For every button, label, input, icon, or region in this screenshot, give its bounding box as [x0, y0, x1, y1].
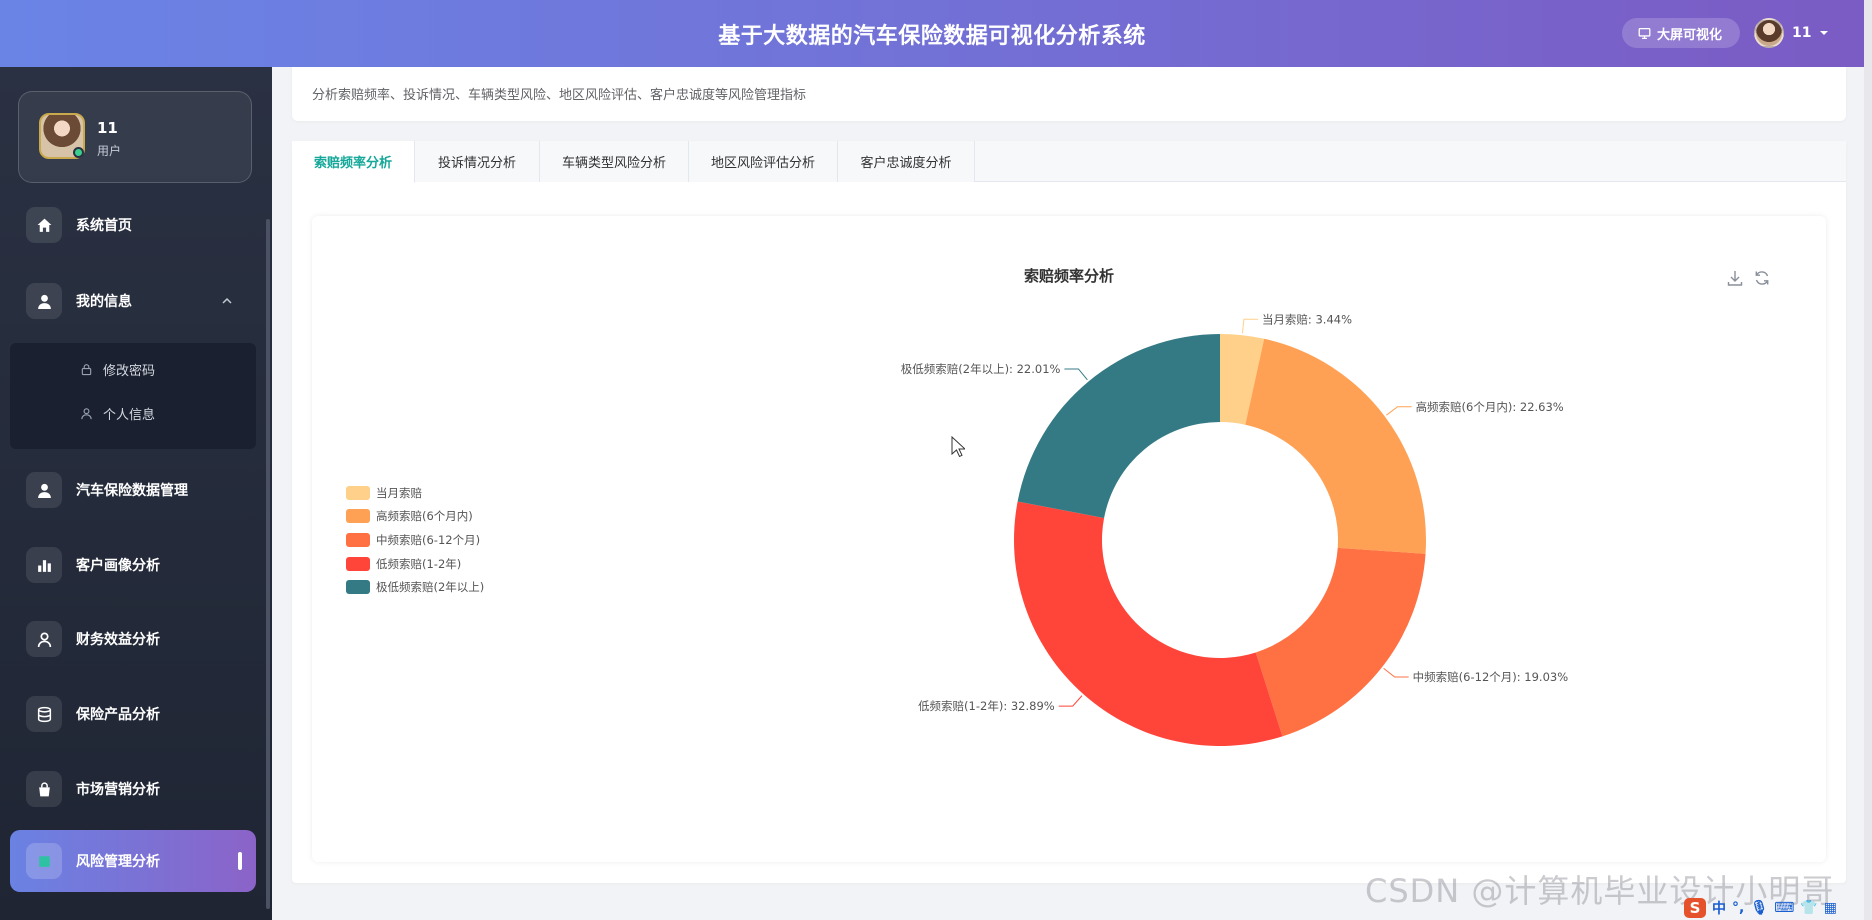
monitor-icon	[1638, 27, 1651, 39]
microphone-icon: 🎙	[1750, 900, 1769, 916]
sidebar-item-label: 风险管理分析	[76, 854, 160, 870]
label-leader-line	[1386, 406, 1412, 416]
sidebar-subitem-personal-info[interactable]: 个人信息	[80, 404, 155, 423]
top-header: 基于大数据的汽车保险数据可视化分析系统 大屏可视化 11	[0, 0, 1864, 67]
sogou-icon: S	[1684, 898, 1706, 918]
sidebar-item-risk[interactable]: 风险管理分析	[10, 830, 256, 892]
label-leader-line	[1241, 318, 1258, 334]
pie-slice[interactable]	[1245, 338, 1426, 554]
chart-legend: 当月索赔高频索赔(6个月内) 中频索赔(6-12个月) 低频索赔(1-2年) 极低频索…	[346, 481, 484, 599]
sidebar-item-finance[interactable]: 财务效益分析	[10, 608, 256, 670]
legend-swatch	[346, 532, 370, 547]
donut-chart: 当月索赔: 3.44% 高频索赔(6个月内): 22.63% 中频索赔(6-12个月…	[901, 312, 1569, 746]
tab-loyalty[interactable]: 客户忠诚度分析	[838, 141, 975, 182]
tab-complaints[interactable]: 投诉情况分析	[415, 141, 540, 182]
label-leader-line	[1383, 667, 1409, 678]
tab-region-risk[interactable]: 地区风险评估分析	[689, 141, 838, 182]
slice-label: 高频索赔(6个月内): 22.63%	[1416, 400, 1564, 414]
legend-label: 低频索赔(1-2年)	[376, 556, 462, 571]
person-outline-icon	[26, 621, 62, 657]
refresh-icon[interactable]	[1753, 269, 1771, 287]
slice-label: 低频索赔(1-2年): 32.89%	[918, 699, 1055, 713]
sidebar-item-label: 系统首页	[76, 218, 132, 234]
grid-icon: ▦	[1823, 900, 1837, 916]
user-card: 11 用户	[18, 91, 252, 183]
legend-swatch	[346, 485, 370, 500]
shirt-icon: 👕	[1800, 900, 1818, 916]
user-menu[interactable]: 11	[1754, 18, 1829, 48]
header-username: 11	[1792, 25, 1812, 41]
tab-bar: 索赔频率分析 投诉情况分析 车辆类型风险分析 地区风险评估分析 客户忠诚度分析	[292, 141, 1846, 183]
user-icon	[26, 283, 62, 319]
label-leader-line	[1058, 695, 1083, 707]
slice-label: 当月索赔: 3.44%	[1262, 312, 1352, 326]
sidebar-item-customer-profile[interactable]: 客户画像分析	[10, 534, 256, 596]
download-icon[interactable]	[1726, 269, 1744, 287]
home-icon	[26, 207, 62, 243]
legend-label: 中频索赔(6-12个月)	[376, 532, 481, 547]
app-title: 基于大数据的汽车保险数据可视化分析系统	[718, 24, 1146, 49]
sidebar-item-marketing[interactable]: 市场营销分析	[10, 758, 256, 820]
sidebar-item-my-info[interactable]: 我的信息	[10, 270, 256, 332]
submenu-my-info: 修改密码 个人信息	[10, 343, 256, 449]
online-status-dot	[73, 147, 84, 158]
chevron-up-icon	[222, 297, 232, 304]
tab-claim-frequency[interactable]: 索赔频率分析	[292, 141, 415, 183]
caret-down-icon	[1820, 31, 1829, 35]
sidebar-subitem-label: 个人信息	[103, 408, 156, 423]
user-name: 11	[97, 119, 118, 137]
ime-tray[interactable]: S 中 °, 🎙 ⌨ 👕 ▦	[1684, 898, 1837, 918]
legend-item[interactable]: 极低频索赔(2年以上)	[346, 575, 484, 599]
avatar	[1754, 18, 1784, 48]
keyboard-icon: ⌨	[1774, 900, 1795, 916]
bigscreen-button[interactable]: 大屏可视化	[1622, 18, 1741, 48]
sidebar-item-label: 保险产品分析	[76, 707, 160, 723]
sidebar-item-label: 汽车保险数据管理	[76, 483, 188, 499]
sidebar-subitem-label: 修改密码	[103, 364, 156, 379]
sidebar-scrollbar[interactable]	[266, 219, 270, 909]
legend-swatch	[346, 556, 370, 571]
sidebar-item-label: 我的信息	[76, 294, 132, 310]
sidebar-item-home[interactable]: 系统首页	[10, 194, 256, 256]
legend-label: 当月索赔	[376, 485, 422, 500]
person-outline-icon	[81, 408, 92, 420]
slice-label: 中频索赔(6-12个月): 19.03%	[1413, 670, 1569, 684]
page-description-card: 分析索赔频率、投诉情况、车辆类型风险、地区风险评估、客户忠诚度等风险管理指标	[292, 67, 1846, 121]
legend-swatch	[346, 580, 370, 595]
punctuation-icon: °,	[1732, 900, 1745, 916]
shopping-bag-icon	[26, 771, 62, 807]
legend-item[interactable]: 当月索赔	[346, 481, 484, 505]
sidebar-item-label: 客户画像分析	[76, 558, 160, 574]
page-description: 分析索赔频率、投诉情况、车辆类型风险、地区风险评估、客户忠诚度等风险管理指标	[312, 88, 807, 103]
chart-title: 索赔频率分析	[1023, 267, 1114, 285]
sidebar-item-products[interactable]: 保险产品分析	[10, 683, 256, 745]
sidebar-item-insurance-data[interactable]: 汽车保险数据管理	[10, 459, 256, 521]
legend-item[interactable]: 中频索赔(6-12个月)	[346, 528, 484, 552]
sidebar-subitem-change-password[interactable]: 修改密码	[80, 360, 155, 379]
square-icon	[26, 843, 62, 879]
sidebar-item-label: 财务效益分析	[76, 632, 160, 648]
slice-label: 极低频索赔(2年以上): 22.01%	[901, 362, 1061, 376]
sidebar-item-label: 市场营销分析	[76, 782, 160, 798]
tab-vehicle-risk[interactable]: 车辆类型风险分析	[540, 141, 689, 182]
mouse-cursor-icon	[951, 436, 965, 458]
sidebar: 11 用户 系统首页 我的信息 修改密码 个人信息 汽车保险数据管理 客户画像分…	[0, 67, 272, 920]
bigscreen-label: 大屏可视化	[1657, 27, 1723, 43]
pie-slice[interactable]	[1255, 547, 1426, 737]
legend-swatch	[346, 509, 370, 524]
chart-card: 当月索赔: 3.44% 高频索赔(6个月内): 22.63% 中频索赔(6-12个月…	[312, 216, 1826, 862]
page-scrollbar[interactable]	[1864, 0, 1872, 920]
bar-chart-icon	[26, 547, 62, 583]
legend-item[interactable]: 高频索赔(6个月内)	[346, 505, 484, 529]
lock-icon	[81, 364, 92, 376]
database-icon	[26, 696, 62, 732]
label-leader-line	[1064, 368, 1088, 381]
user-icon	[26, 472, 62, 508]
legend-item[interactable]: 低频索赔(1-2年)	[346, 552, 484, 576]
legend-label: 高频索赔(6个月内)	[376, 509, 473, 524]
user-role: 用户	[97, 144, 122, 158]
legend-label: 极低频索赔(2年以上)	[376, 580, 485, 595]
ime-label: 中	[1712, 901, 1726, 917]
active-indicator	[238, 852, 242, 870]
